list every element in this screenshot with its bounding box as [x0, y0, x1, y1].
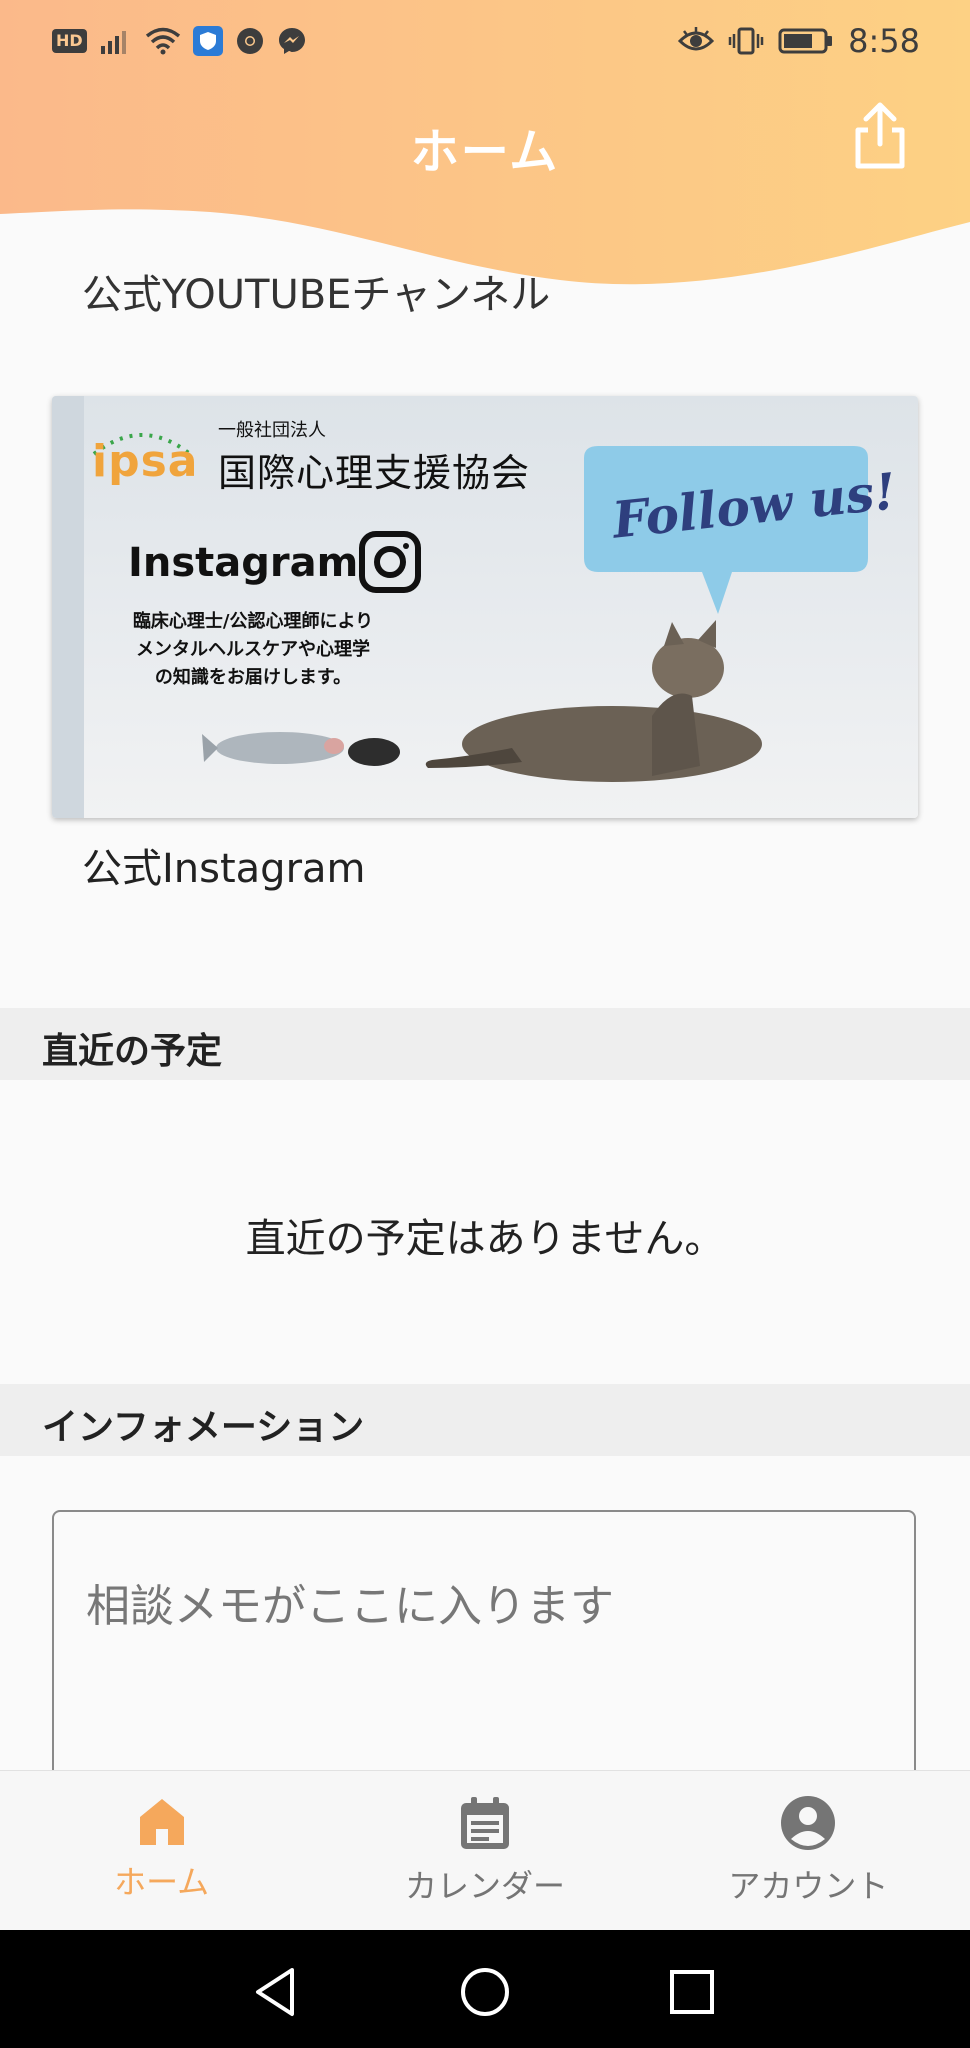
shield-app-icon	[192, 26, 223, 56]
app-screen: HD 8:58 ホーム 公式YOUTUBEチャンネル ipsa 一般社団法人 国…	[0, 0, 970, 2048]
battery-icon	[778, 28, 833, 54]
nav-label-account: アカウント	[728, 1867, 889, 1905]
info-section-title: インフォメーション	[42, 1407, 365, 1448]
banner-description-line: 臨床心理士/公認心理師により	[132, 611, 374, 632]
nav-label-calendar: カレンダー	[404, 1867, 565, 1905]
system-back-button[interactable]	[248, 1964, 304, 2020]
status-left-icons: HD	[52, 26, 307, 56]
system-nav-bar	[0, 1930, 970, 2048]
instagram-banner[interactable]: ipsa 一般社団法人 国際心理支援協会 Instagram 臨床心理士/公認心…	[52, 396, 918, 818]
messenger-icon	[278, 28, 305, 54]
ipsa-logo: ipsa	[92, 436, 199, 487]
instagram-caption[interactable]: 公式Instagram	[82, 836, 366, 894]
consultation-memo-field[interactable]: 相談メモがここに入ります	[52, 1510, 916, 1810]
info-section-header: インフォメーション	[0, 1384, 970, 1456]
wifi-icon	[145, 27, 180, 55]
back-icon	[256, 1968, 294, 2016]
status-right-icons: 8:58	[678, 22, 920, 60]
signal-icon	[100, 31, 126, 54]
upcoming-section-title: 直近の予定	[42, 1031, 223, 1072]
system-home-button[interactable]	[457, 1964, 513, 2020]
banner-description-line: の知識をお届けします。	[154, 667, 352, 688]
instagram-title: Instagram	[128, 540, 359, 586]
chrome-icon	[236, 28, 263, 54]
banner-description-line: メンタルヘルスケアや心理学	[136, 639, 370, 660]
hd-badge: HD	[52, 29, 87, 53]
bottom-nav: ホーム カレンダー アカウント	[0, 1770, 970, 1931]
share-button[interactable]	[848, 100, 912, 172]
nav-label-home: ホーム	[114, 1863, 210, 1901]
upcoming-section-header: 直近の予定	[0, 1008, 970, 1080]
share-icon	[855, 102, 905, 169]
home-icon	[139, 1799, 184, 1845]
banner-description: 臨床心理士/公認心理師により メンタルヘルスケアや心理学 の知識をお届けします。	[128, 608, 378, 692]
nav-item-home[interactable]: ホーム	[0, 1771, 323, 1931]
memo-placeholder: 相談メモがここに入ります	[86, 1581, 614, 1632]
system-recents-button[interactable]	[664, 1964, 720, 2020]
eye-icon	[678, 27, 715, 51]
nav-item-account[interactable]: アカウント	[647, 1771, 970, 1931]
nav-item-calendar[interactable]: カレンダー	[323, 1771, 646, 1931]
recents-icon	[670, 1970, 714, 2014]
org-name: 国際心理支援協会	[218, 451, 531, 495]
home-circle-icon	[461, 1968, 509, 2016]
app-header: HD 8:58 ホーム	[0, 0, 970, 300]
org-prefix: 一般社団法人	[218, 420, 326, 441]
page-title: ホーム	[410, 124, 560, 180]
calendar-icon	[460, 1797, 509, 1849]
account-icon	[781, 1796, 836, 1850]
status-time: 8:58	[848, 22, 920, 60]
vibrate-icon	[728, 27, 764, 55]
upcoming-empty-message: 直近の予定はありません。	[245, 1216, 725, 1262]
status-bar: HD 8:58	[0, 0, 970, 82]
